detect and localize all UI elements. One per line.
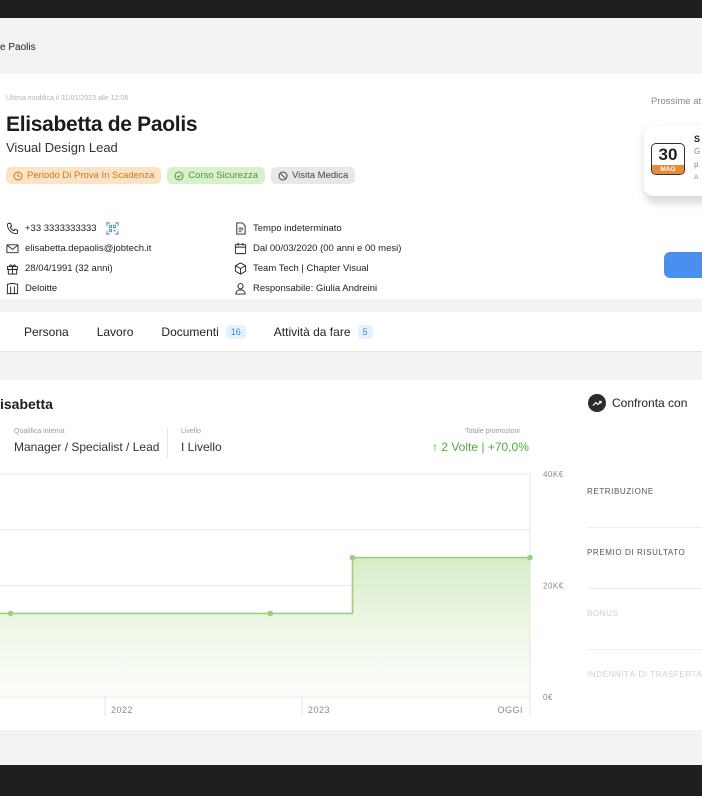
- compare-label: Confronta con: [612, 396, 688, 410]
- mail-icon: [6, 244, 19, 254]
- email-address: elisabetta.depaolis@jobtech.it: [25, 243, 152, 254]
- tab-documenti[interactable]: Documenti 16: [161, 324, 246, 339]
- metric-bonus[interactable]: BONUS: [587, 609, 618, 618]
- primary-action-button[interactable]: [664, 252, 702, 278]
- badge-label: Corso Sicurezza: [188, 170, 258, 181]
- manager-row: Responsabile: Giulia Andreini: [234, 282, 377, 295]
- team-name: Team Tech | Chapter Visual: [253, 263, 369, 274]
- blocked-icon: [278, 171, 288, 180]
- metric-premio[interactable]: PREMIO DI RISULTATO: [587, 548, 685, 557]
- contract-type: Tempo indeterminato: [253, 223, 342, 234]
- tab-count-badge: 16: [225, 324, 246, 339]
- salary-area: [0, 557, 530, 697]
- metric-indennita[interactable]: INDENNITÀ DI TRASFERTA: [587, 670, 702, 679]
- company-name: Deloitte: [25, 283, 58, 294]
- event-line: A: [694, 174, 699, 181]
- badge-label: Periodo Di Prova In Scadenza: [27, 170, 155, 181]
- team-row: Team Tech | Chapter Visual: [234, 262, 369, 275]
- building-icon: [6, 282, 19, 295]
- metric-retribuzione[interactable]: RETRIBUZIONE: [587, 487, 654, 496]
- company-row: Deloitte: [6, 282, 57, 295]
- y-tick-label: 40K€: [543, 470, 564, 479]
- hire-date: Dal 00/03/2020 (00 anni e 00 mesi): [253, 243, 402, 254]
- metric-divider: [587, 527, 702, 528]
- x-tick-label: 2022: [111, 705, 133, 715]
- career-title: isabetta: [0, 396, 53, 412]
- qualifica-value: Manager / Specialist / Lead: [14, 440, 160, 454]
- email-row[interactable]: elisabetta.depaolis@jobtech.it: [6, 242, 151, 255]
- phone-icon: [6, 222, 19, 235]
- app-frame: e Paolis Ultima modifica il 31/01/2023 a…: [0, 18, 702, 765]
- phone-number: +33 3333333333: [25, 223, 97, 234]
- data-point[interactable]: [349, 554, 356, 561]
- gift-icon: [6, 264, 19, 275]
- user-icon: [235, 283, 246, 295]
- calendar-icon: [234, 242, 247, 255]
- livello-label: Livello: [181, 428, 201, 435]
- qualifica-label: Qualifica interna: [14, 428, 65, 435]
- profile-header: Ultima modifica il 31/01/2023 alle 12:08…: [0, 74, 702, 299]
- field-divider: [167, 428, 168, 458]
- x-tick-label: OGGI: [497, 705, 523, 715]
- check-circle-icon: [174, 171, 184, 180]
- livello-value: I Livello: [181, 440, 222, 454]
- event-day: 30: [658, 145, 678, 164]
- profile-tabs: Persona Lavoro Documenti 16 Attività da f…: [0, 312, 702, 352]
- tab-label: Persona: [24, 324, 69, 339]
- tab-count-badge: 5: [357, 324, 373, 339]
- event-month: MAG: [652, 165, 684, 174]
- last-updated: Ultima modifica il 31/01/2023 alle 12:08: [6, 95, 129, 102]
- data-point[interactable]: [527, 554, 533, 561]
- employee-role: Visual Design Lead: [6, 140, 118, 155]
- compare-button[interactable]: Confronta con: [588, 394, 687, 412]
- employee-name: Elisabetta de Paolis: [6, 113, 198, 136]
- event-line: G: [694, 147, 701, 156]
- trend-icon: [588, 394, 606, 412]
- promotions-label: Totale promozioni: [465, 428, 520, 435]
- promotions-value: ↑ 2 Volte | +70,0%: [432, 440, 529, 454]
- tab-label: Documenti: [161, 324, 219, 339]
- x-tick-label: 2023: [308, 705, 330, 715]
- data-point[interactable]: [267, 610, 274, 617]
- document-icon: [236, 222, 246, 235]
- manager-name: Responsabile: Giulia Andreini: [253, 283, 378, 294]
- since-row: Dal 00/03/2020 (00 anni e 00 mesi): [234, 242, 401, 255]
- calendar-date-icon: 30 MAG: [651, 143, 685, 175]
- tab-attivita[interactable]: Attività da fare 5: [273, 324, 373, 339]
- x-axis-ticks: 2022 2023 OGGI: [111, 705, 523, 715]
- salary-chart: 40K€ 20K€ 0€ 2022 2023 OGGI: [0, 470, 564, 717]
- badge-safety-course[interactable]: Corso Sicurezza: [167, 167, 265, 184]
- y-tick-label: 0€: [543, 693, 553, 702]
- event-line: p: [694, 160, 699, 169]
- tab-label: Attività da fare: [273, 324, 351, 339]
- badge-probation[interactable]: Periodo Di Prova In Scadenza: [6, 167, 162, 184]
- birth-date: 28/04/1991 (32 anni): [25, 263, 113, 274]
- promotions-count: ↑ 2 Volte: [432, 440, 479, 454]
- data-point[interactable]: [7, 610, 14, 617]
- cube-icon: [234, 262, 247, 275]
- career-panel: isabetta Qualifica interna Manager / Spe…: [0, 380, 702, 730]
- upcoming-event-card[interactable]: 30 MAG S G p A: [644, 126, 702, 196]
- phone-row[interactable]: +33 3333333333: [6, 222, 119, 235]
- upcoming-activities-label: Prossime at: [651, 96, 702, 107]
- status-badges: Periodo Di Prova In Scadenza Corso Sicur…: [6, 167, 356, 184]
- event-title: S: [694, 134, 701, 144]
- qr-code-icon[interactable]: [106, 222, 119, 235]
- tab-persona[interactable]: Persona: [24, 325, 69, 339]
- birth-row: 28/04/1991 (32 anni): [6, 262, 113, 275]
- y-tick-label: 20K€: [543, 582, 564, 591]
- breadcrumb[interactable]: e Paolis: [0, 42, 36, 53]
- tab-lavoro[interactable]: Lavoro: [97, 325, 134, 339]
- y-axis-ticks: 40K€ 20K€ 0€: [543, 470, 564, 702]
- contract-row: Tempo indeterminato: [234, 222, 342, 235]
- clock-icon: [13, 171, 23, 180]
- tab-label: Lavoro: [96, 324, 134, 339]
- metric-divider: [587, 588, 702, 589]
- badge-medical-visit[interactable]: Visita Medica: [270, 167, 356, 184]
- metric-divider: [587, 649, 702, 650]
- promotions-percent: +70,0%: [487, 440, 529, 454]
- badge-label: Visita Medica: [291, 170, 349, 181]
